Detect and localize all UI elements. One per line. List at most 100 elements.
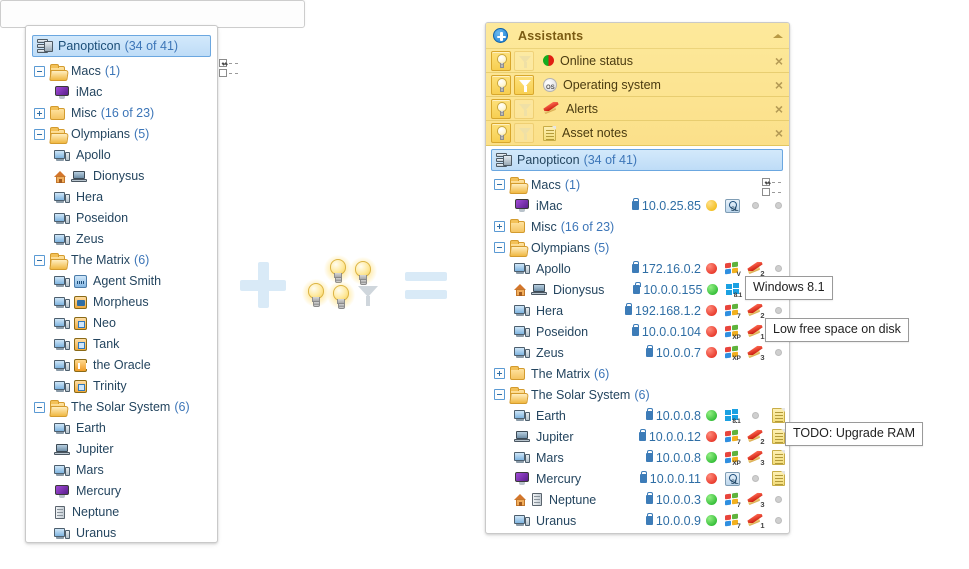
tree-item-count: (1) (565, 178, 580, 192)
tree-group-row[interactable]: The Solar System(6) (26, 397, 217, 418)
alert-icon[interactable]: 1 (747, 514, 764, 528)
tree-item-row[interactable]: Neo (26, 313, 217, 334)
tree-item-row[interactable]: Hera192.168.1.272 (486, 300, 789, 321)
tree-item-row[interactable]: Earth (26, 418, 217, 439)
tree-item-row[interactable]: Mars (26, 460, 217, 481)
tree-item-row[interactable]: Zeus (26, 229, 217, 250)
assistant-toggle-button[interactable] (491, 51, 511, 71)
assistant-toggle-button[interactable] (491, 75, 511, 95)
tree-item-row[interactable]: Uranus (26, 523, 217, 544)
assistant-label: Online status (560, 54, 633, 68)
tree-item-row[interactable]: Dionysus (26, 166, 217, 187)
assistant-row[interactable]: Operating system× (486, 73, 789, 97)
alert-icon[interactable]: 3 (747, 451, 764, 465)
tree-group-row[interactable]: Misc(16 of 23) (26, 103, 217, 124)
tree-header-panopticon[interactable]: Panopticon(34 of 41) (32, 35, 211, 57)
assistant-remove-button[interactable]: × (775, 126, 783, 140)
add-assistant-icon[interactable] (493, 28, 508, 43)
assistant-remove-button[interactable]: × (775, 54, 783, 68)
collapse-caret-icon[interactable] (773, 34, 783, 38)
tree-item-row[interactable]: Zeus10.0.0.7XP3 (486, 342, 789, 363)
ip-address-cell: 10.0.25.85 (603, 199, 701, 213)
tree-item-row[interactable]: Trinity (26, 376, 217, 397)
tree-item-row[interactable]: Neptune (26, 502, 217, 523)
tree-item-count: (16 of 23) (101, 103, 155, 124)
alert-icon[interactable]: 3 (747, 346, 764, 360)
column-chooser-icon[interactable] (219, 59, 238, 77)
tree-item-row[interactable]: Dionysus10.0.0.1558.1 (486, 279, 789, 300)
alert-icon[interactable]: 1 (747, 325, 764, 339)
assistant-row[interactable]: Online status × (486, 49, 789, 73)
tree-item-row[interactable]: Mercury (26, 481, 217, 502)
os-icon-win-7: 7 (725, 430, 740, 444)
assistant-filter-button[interactable] (514, 123, 534, 143)
tree-item-row[interactable]: Apollo (26, 145, 217, 166)
notes-cell (767, 517, 789, 524)
tree-item-row[interactable]: Hera (26, 187, 217, 208)
tree-group-row[interactable]: Macs(1) (26, 61, 217, 82)
desktop-icon (514, 304, 530, 317)
status-cell (701, 431, 721, 442)
tree-item-row[interactable]: Neptune10.0.0.373 (486, 489, 789, 510)
tree-group-row[interactable]: The Matrix(6) (486, 363, 789, 384)
expand-button[interactable] (494, 221, 505, 232)
assistant-toggle-button[interactable] (491, 99, 511, 119)
tree-group-row[interactable]: The Matrix(6) (26, 250, 217, 271)
tree-item-row[interactable]: the Oracle (26, 355, 217, 376)
tree-item-label: Poseidon (76, 208, 128, 229)
tree-item-row[interactable]: Mercury10.0.0.11SL (486, 468, 789, 489)
assistant-row[interactable]: Alerts× (486, 97, 789, 121)
tree-group-row[interactable]: Macs(1) (486, 174, 789, 195)
tree-item-row[interactable]: Jupiter10.0.0.1272 (486, 426, 789, 447)
column-chooser-icon[interactable] (762, 178, 781, 196)
tree-item-row[interactable]: Tank (26, 334, 217, 355)
collapse-button[interactable] (494, 389, 505, 400)
assistant-row[interactable]: Asset notes× (486, 121, 789, 145)
tree-item-row[interactable]: Morpheus (26, 292, 217, 313)
tree-item-label: The Solar System (71, 397, 170, 418)
tree-item-row[interactable]: Apollo172.16.0.2V2 (486, 258, 789, 279)
alert-icon[interactable]: 2 (747, 304, 764, 318)
tree-item-label: Uranus (536, 514, 576, 528)
bulb-icon (305, 282, 327, 310)
ip-address-cell: 10.0.0.12 (603, 430, 701, 444)
assistant-remove-button[interactable]: × (775, 102, 783, 116)
asset-note-icon[interactable] (772, 450, 785, 465)
collapse-button[interactable] (34, 66, 45, 77)
tree-item-row[interactable]: Mars10.0.0.8XP3 (486, 447, 789, 468)
alert-icon[interactable]: 2 (747, 262, 764, 276)
assistants-bulbs-icon (305, 258, 395, 318)
tree-header-panopticon[interactable]: Panopticon(34 of 41) (491, 149, 783, 171)
tree-group-row[interactable]: Olympians(5) (26, 124, 217, 145)
assistants-list: Online status×Operating system×Alerts×As… (486, 49, 789, 145)
tree-group-row[interactable]: Misc(16 of 23) (486, 216, 789, 237)
tree-item-row[interactable]: Agent Smith (26, 271, 217, 292)
tree-group-row[interactable]: The Solar System(6) (486, 384, 789, 405)
tree-item-row[interactable]: Earth10.0.0.88.1 (486, 405, 789, 426)
asset-note-icon[interactable] (772, 408, 785, 423)
tree-item-row[interactable]: Poseidon10.0.0.104XP1 (486, 321, 789, 342)
collapse-button[interactable] (494, 179, 505, 190)
tree-item-row[interactable]: Uranus10.0.0.971 (486, 510, 789, 531)
tree-item-row[interactable]: iMac (26, 82, 217, 103)
collapse-button[interactable] (34, 255, 45, 266)
tree-item-row[interactable]: iMac10.0.25.85SL (486, 195, 789, 216)
expand-button[interactable] (494, 368, 505, 379)
tree-group-row[interactable]: Olympians(5) (486, 237, 789, 258)
rack-icon (37, 39, 53, 54)
collapse-button[interactable] (34, 402, 45, 413)
expand-button[interactable] (34, 108, 45, 119)
alert-icon[interactable]: 3 (747, 493, 764, 507)
assistant-remove-button[interactable]: × (775, 78, 783, 92)
assistant-filter-button[interactable] (514, 99, 534, 119)
collapse-button[interactable] (494, 242, 505, 253)
assistant-filter-button[interactable] (514, 75, 534, 95)
asset-note-icon[interactable] (772, 471, 785, 486)
tree-item-row[interactable]: Poseidon (26, 208, 217, 229)
tree-item-row[interactable]: Jupiter (26, 439, 217, 460)
collapse-button[interactable] (34, 129, 45, 140)
asset-note-icon[interactable] (772, 429, 785, 444)
assistant-toggle-button[interactable] (491, 123, 511, 143)
alert-icon[interactable]: 2 (747, 430, 764, 444)
assistant-filter-button[interactable] (514, 51, 534, 71)
